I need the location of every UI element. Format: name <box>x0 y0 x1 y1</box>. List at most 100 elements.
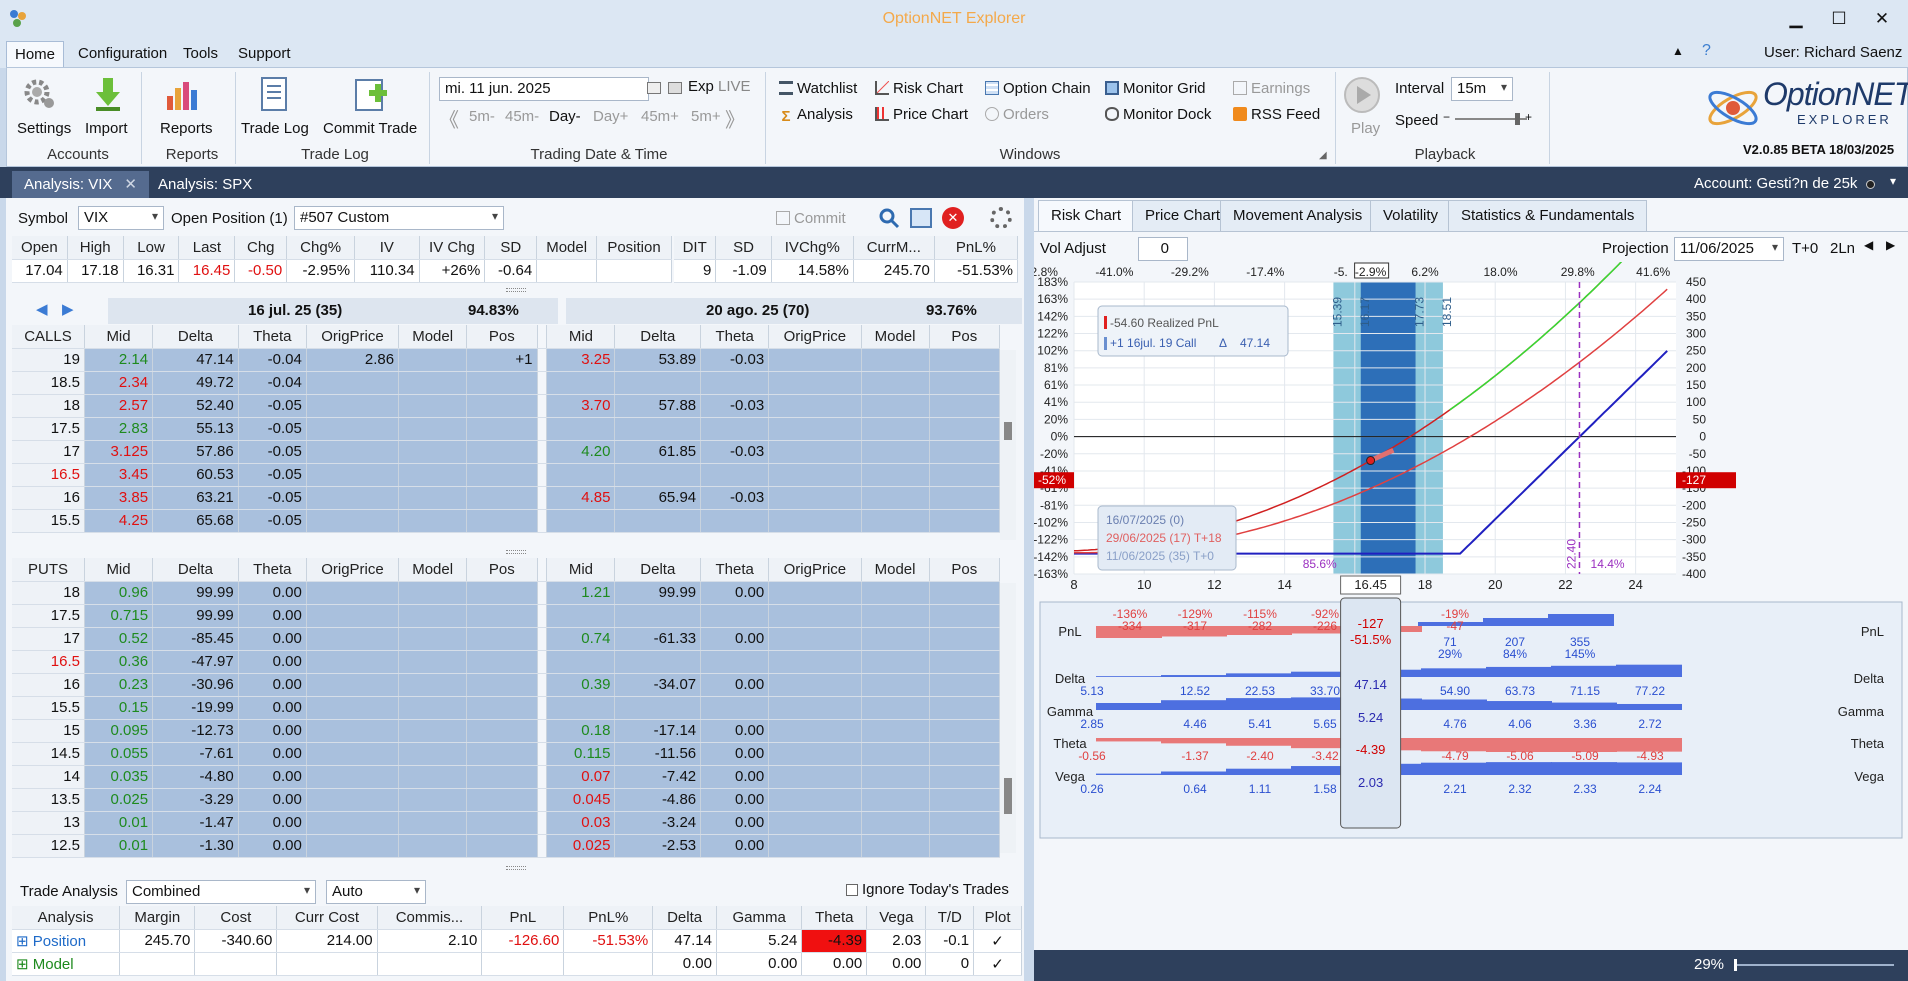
chain-cell[interactable]: 0.00 <box>238 627 307 651</box>
chain-cell[interactable] <box>861 440 930 464</box>
chain-cell[interactable]: 4.20 <box>546 440 616 464</box>
chain-cell[interactable]: -12.73 <box>152 719 239 743</box>
chain-cell[interactable]: -4.80 <box>152 765 239 789</box>
interval-select[interactable]: 15m <box>1451 77 1513 101</box>
chain-cell[interactable] <box>398 765 468 789</box>
chain-cell[interactable]: 2.57 <box>84 394 154 418</box>
chain-cell[interactable]: 3.45 <box>84 463 154 487</box>
chain-cell[interactable] <box>546 650 616 674</box>
chain-cell[interactable]: 0.115 <box>546 742 616 766</box>
chain-cell[interactable] <box>929 811 1001 835</box>
chain-row[interactable]: 14 0.035 -4.80 0.00 0.07 -7.42 0.00 <box>12 765 1001 789</box>
chain-cell[interactable] <box>306 696 400 720</box>
chain-cell[interactable] <box>768 417 862 441</box>
chain-cell[interactable]: 0.18 <box>546 719 616 743</box>
trade-analysis-auto-select[interactable]: Auto <box>326 880 426 904</box>
chain-cell[interactable] <box>861 463 930 487</box>
chain-cell[interactable] <box>929 742 1001 766</box>
chain-row[interactable]: 16.5 3.45 60.53 -0.05 <box>12 463 1001 487</box>
chain-cell[interactable]: 0.035 <box>84 765 154 789</box>
chain-cell[interactable]: 57.86 <box>152 440 239 464</box>
option-chain-button[interactable]: Option Chain <box>985 80 1091 97</box>
chain-cell[interactable] <box>546 371 616 395</box>
monitor-grid-button[interactable]: Monitor Grid <box>1105 80 1206 97</box>
position-select[interactable]: #507 Custom <box>294 206 504 230</box>
chain-cell[interactable]: 0.00 <box>238 650 307 674</box>
chain-cell[interactable] <box>700 371 770 395</box>
import-button[interactable]: Import <box>85 120 128 137</box>
chain-cell[interactable]: -4.86 <box>614 788 702 812</box>
chain-row[interactable]: 13 0.01 -1.47 0.00 0.03 -3.24 0.00 <box>12 811 1001 835</box>
chain-cell[interactable] <box>768 834 862 858</box>
chain-cell[interactable]: 0.00 <box>238 765 307 789</box>
chain-cell[interactable]: 0.00 <box>238 696 307 720</box>
chain-cell[interactable]: 4.85 <box>546 486 616 510</box>
chain-cell[interactable]: 0.01 <box>84 834 154 858</box>
chain-cell[interactable]: 0.00 <box>700 811 770 835</box>
chain-cell[interactable]: 63.21 <box>152 486 239 510</box>
chain-cell[interactable] <box>768 509 862 533</box>
gear-icon[interactable] <box>990 207 1012 229</box>
chain-cell[interactable] <box>306 463 400 487</box>
chain-row[interactable]: 15 0.095 -12.73 0.00 0.18 -17.14 0.00 <box>12 719 1001 743</box>
chain-cell[interactable] <box>768 811 862 835</box>
ignore-trades-checkbox[interactable] <box>846 884 858 896</box>
chain-cell[interactable]: 60.53 <box>152 463 239 487</box>
chain-cell[interactable] <box>546 417 616 441</box>
chain-cell[interactable] <box>768 696 862 720</box>
chain-cell[interactable]: 53.89 <box>614 348 702 372</box>
chain-cell[interactable] <box>466 650 538 674</box>
chain-cell[interactable] <box>466 394 538 418</box>
chain-cell[interactable]: 65.94 <box>614 486 702 510</box>
chain-cell[interactable]: -0.05 <box>238 417 307 441</box>
chain-cell[interactable] <box>466 604 538 628</box>
expiration-icon[interactable] <box>668 82 682 94</box>
watchlist-button[interactable]: Watchlist <box>779 80 857 97</box>
chain-cell[interactable]: 0.00 <box>238 673 307 697</box>
chain-cell[interactable] <box>466 371 538 395</box>
chain-cell[interactable]: 0.52 <box>84 627 154 651</box>
chain-cell[interactable] <box>306 509 400 533</box>
chain-cell[interactable] <box>614 417 702 441</box>
chain-cell[interactable] <box>929 627 1001 651</box>
chain-cell[interactable] <box>466 509 538 533</box>
chain-cell[interactable]: 2.83 <box>84 417 154 441</box>
chain-cell[interactable]: -7.42 <box>614 765 702 789</box>
step-forward-icon[interactable]: 》 <box>725 104 745 133</box>
chain-cell[interactable]: +1 <box>466 348 538 372</box>
chain-cell[interactable] <box>861 765 930 789</box>
chain-cell[interactable]: 0.03 <box>546 811 616 835</box>
zoom-slider-thumb[interactable] <box>1734 959 1737 971</box>
risk-chart-button[interactable]: Risk Chart <box>875 80 963 97</box>
play-button[interactable]: Play <box>1351 120 1380 137</box>
chain-cell[interactable] <box>398 417 468 441</box>
close-tab-icon[interactable]: ✕ <box>124 176 137 193</box>
chain-cell[interactable] <box>861 348 930 372</box>
step-day-forward[interactable]: Day+ <box>593 108 628 125</box>
account-menu-icon[interactable]: ▾ <box>1890 174 1896 188</box>
chain-cell[interactable] <box>929 463 1001 487</box>
chain-cell[interactable]: -0.04 <box>238 371 307 395</box>
chain-cell[interactable] <box>306 811 400 835</box>
chain-cell[interactable] <box>861 719 930 743</box>
price-chart-button[interactable]: Price Chart <box>875 106 968 123</box>
chain-cell[interactable] <box>929 371 1001 395</box>
chain-row[interactable]: 16 0.23 -30.96 0.00 0.39 -34.07 0.00 <box>12 673 1001 697</box>
speed-slider[interactable]: − + <box>1443 110 1539 126</box>
chain-cell[interactable] <box>929 650 1001 674</box>
chain-row[interactable]: 15.5 4.25 65.68 -0.05 <box>12 509 1001 533</box>
chain-cell[interactable]: 0.00 <box>238 811 307 835</box>
chain-cell[interactable]: 0.00 <box>700 742 770 766</box>
chain-cell[interactable]: 3.125 <box>84 440 154 464</box>
monitor-dock-button[interactable]: Monitor Dock <box>1105 106 1211 123</box>
chain-cell[interactable] <box>929 696 1001 720</box>
chain-cell[interactable] <box>614 650 702 674</box>
chain-cell[interactable]: 99.99 <box>152 604 239 628</box>
chain-cell[interactable]: 0.00 <box>238 788 307 812</box>
chain-cell[interactable]: 55.13 <box>152 417 239 441</box>
chain-cell[interactable] <box>929 673 1001 697</box>
chain-cell[interactable]: -17.14 <box>614 719 702 743</box>
chain-cell[interactable]: 0.025 <box>84 788 154 812</box>
chain-cell[interactable] <box>768 765 862 789</box>
next-projection-icon[interactable]: ▶ <box>1886 238 1895 252</box>
